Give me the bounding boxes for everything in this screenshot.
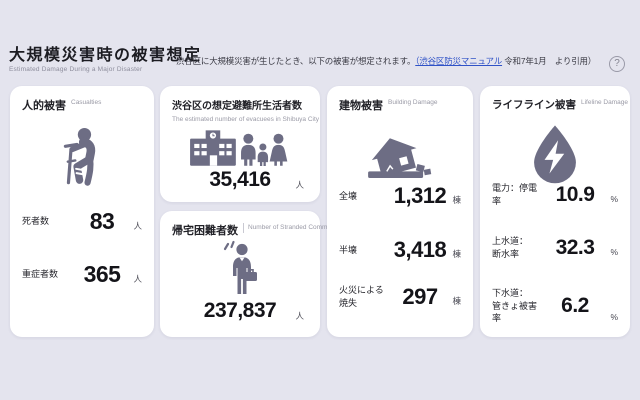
stat-label: 電力：停電率: [492, 183, 538, 206]
stranded-value-row: 237,837 人: [160, 299, 320, 323]
stat-label: 重症者数: [22, 269, 59, 280]
stat-unit: %: [610, 247, 618, 258]
stat-label: 半壊: [339, 244, 358, 255]
card-building-header: 建物被害 Building Damage: [327, 86, 473, 113]
page-title-caption: Estimated Damage During a Major Disaster: [9, 66, 143, 74]
stat-row-power: 電力：停電率 10.9 %: [492, 182, 618, 207]
card-building-damage: 建物被害 Building Damage 全壊 1,312 棟 半壊 3,418…: [327, 86, 473, 337]
card-casualties: 人的被害 Casualties 死者数 83 人 重症者数 365 人: [10, 86, 154, 337]
stat-unit: 人: [295, 311, 304, 321]
card-caption: Casualties: [71, 99, 102, 106]
stat-value: 10.9: [555, 182, 595, 206]
card-stranded-header: 帰宅困難者数 Number of Stranded Commuters: [160, 211, 342, 238]
card-title: 渋谷区の想定避難所生活者数: [172, 101, 302, 112]
card-title: ライフライン被害: [492, 99, 576, 111]
injured-person-icon: [10, 123, 154, 193]
stat-unit: 人: [295, 180, 304, 190]
collapsed-house-icon: [327, 125, 473, 187]
description-text: 渋谷区に大規模災害が生じたとき、以下の被害が想定されます。: [176, 56, 416, 66]
stat-value: 1,312: [393, 183, 447, 208]
stat-label: 下水道： 管きょ被害率: [492, 288, 538, 324]
stat-label: 死者数: [22, 216, 50, 227]
stat-row-severe-injuries: 重症者数 365 人: [22, 261, 142, 288]
stat-unit: 人: [133, 274, 142, 284]
stat-value: 365: [83, 261, 121, 287]
stat-value: 237,837: [203, 299, 277, 322]
question-icon: ?: [614, 58, 620, 69]
dashboard: { "header": { "title": "大規模災害時の被害想定", "t…: [0, 0, 640, 400]
shelter-family-icon: [160, 127, 320, 167]
help-button[interactable]: ?: [609, 56, 625, 72]
stat-unit: 人: [133, 221, 142, 231]
stat-row-fire-loss: 火災による 焼失 297 棟: [339, 284, 461, 310]
stat-row-sewer: 下水道： 管きょ被害率 6.2 %: [492, 287, 618, 325]
power-drop-icon: [480, 122, 630, 188]
stat-label: 上水道： 断水率: [492, 236, 529, 259]
stat-unit: %: [610, 311, 618, 322]
description: 渋谷区に大規模災害が生じたとき、以下の被害が想定されます。（渋谷区防災マニュアル…: [176, 55, 596, 67]
stat-value: 32.3: [555, 235, 595, 259]
page-title: 大規模災害時の被害想定: [9, 47, 202, 64]
card-evacuees: 渋谷区の想定避難所生活者数 The estimated number of ev…: [160, 86, 320, 202]
stat-row-collapsed: 全壊 1,312 棟: [339, 183, 461, 209]
card-title: 建物被害: [339, 100, 383, 112]
stat-label: 火災による 焼失: [339, 285, 384, 308]
card-caption: Lifeline Damage: [581, 99, 628, 106]
card-title: 帰宅困難者数: [172, 225, 238, 237]
stat-label: 全壊: [339, 190, 358, 201]
stat-value: 297: [402, 284, 438, 309]
stat-row-water-supply: 上水道： 断水率 32.3 %: [492, 235, 618, 260]
stat-unit: 棟: [452, 296, 461, 306]
stat-value: 3,418: [393, 237, 447, 262]
card-stranded-commuters: 帰宅困難者数 Number of Stranded Commuters 237,…: [160, 211, 342, 337]
disaster-manual-link[interactable]: （渋谷区防災マニュアル: [415, 56, 502, 66]
card-lifeline-damage: ライフライン被害 Lifeline Damage 電力：停電率 10.9 % 上…: [480, 86, 630, 337]
stat-value: 35,416: [209, 168, 271, 191]
card-casualties-header: 人的被害 Casualties: [10, 86, 154, 113]
stat-unit: 棟: [452, 195, 461, 205]
evacuees-value-row: 35,416 人: [160, 168, 320, 192]
card-title: 人的被害: [22, 100, 66, 112]
stat-row-half-collapsed: 半壊 3,418 棟: [339, 237, 461, 263]
page-title-block: 大規模災害時の被害想定 Estimated Damage During a Ma…: [9, 47, 202, 73]
stat-unit: %: [610, 194, 618, 205]
card-evacuees-header: 渋谷区の想定避難所生活者数 The estimated number of ev…: [160, 86, 320, 123]
card-caption: Building Damage: [388, 99, 438, 106]
card-caption: The estimated number of evacuees in Shib…: [172, 116, 320, 123]
stat-unit: 棟: [452, 249, 461, 259]
description-citation: 令和7年1月 より引用）: [502, 56, 597, 66]
commuter-icon: [160, 240, 320, 296]
card-lifeline-header: ライフライン被害 Lifeline Damage: [480, 86, 630, 112]
stat-value: 6.2: [561, 293, 589, 317]
stat-value: 83: [89, 208, 115, 234]
stat-row-deaths: 死者数 83 人: [22, 208, 142, 235]
